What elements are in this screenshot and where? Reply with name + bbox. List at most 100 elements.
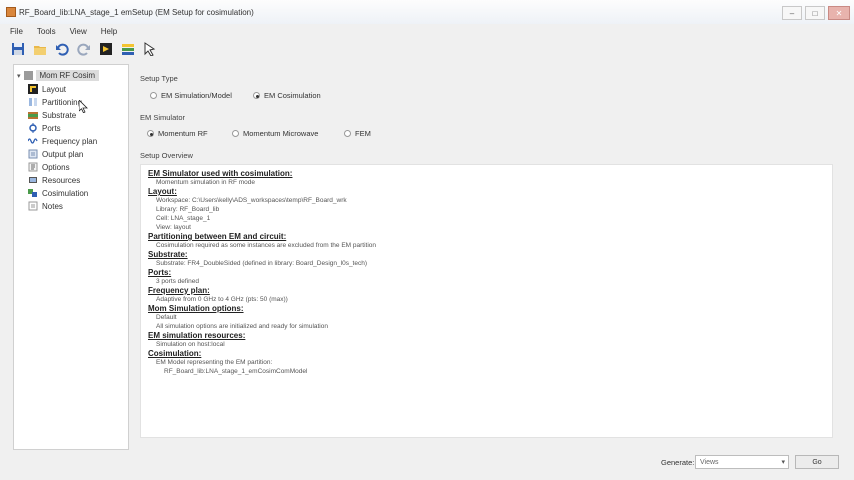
setup-overview-label: Setup Overview <box>140 151 193 160</box>
simulate-icon[interactable] <box>98 41 114 57</box>
open-folder-icon[interactable] <box>32 41 48 57</box>
tree-item-label: Resources <box>42 175 81 185</box>
ov-line: Momentum simulation in RF mode <box>156 179 255 186</box>
toolbar <box>10 39 158 59</box>
bottom-bar: Generate: Views ▾ Go <box>0 450 854 480</box>
close-button[interactable]: ✕ <box>828 6 850 20</box>
minimize-button[interactable]: – <box>782 6 802 20</box>
setup-overview-box: EM Simulator used with cosimulation: Mom… <box>140 164 833 438</box>
substrate-icon <box>28 112 38 119</box>
ov-line: All simulation options are initialized a… <box>156 323 328 330</box>
generate-select-value: Views <box>700 458 719 466</box>
menu-file[interactable]: File <box>10 27 23 36</box>
undo-icon[interactable] <box>54 41 70 57</box>
tree-item-label: Options <box>42 162 70 172</box>
tree-item-substrate[interactable]: Substrate <box>28 109 76 121</box>
app-icon <box>6 7 16 17</box>
chevron-down-icon[interactable]: ▾ <box>781 458 785 466</box>
tree-root-label: Mom RF Cosim <box>35 70 100 81</box>
tree-item-layout[interactable]: Layout <box>28 83 66 95</box>
ov-subline: RF_Board_lib:LNA_stage_1_emCosimComModel <box>164 368 308 375</box>
tree-item-notes[interactable]: Notes <box>28 200 63 212</box>
menu-view[interactable]: View <box>70 27 87 36</box>
menu-tools[interactable]: Tools <box>37 27 56 36</box>
ov-heading-resources: EM simulation resources: <box>148 331 246 340</box>
setup-tree-panel: ▾ Mom RF Cosim Layout Partitioning Subst… <box>13 64 129 450</box>
ov-heading-mom-options: Mom Simulation options: <box>148 304 244 313</box>
radio-label: FEM <box>355 129 371 138</box>
generate-select[interactable]: Views ▾ <box>695 455 789 469</box>
main-panel: Setup Type EM Simulation/Model EM Cosimu… <box>140 64 840 444</box>
tree-item-options[interactable]: Options <box>28 161 70 173</box>
setup-type-label: Setup Type <box>140 74 178 83</box>
tree-item-resources[interactable]: Resources <box>28 174 80 186</box>
radio-dot-selected[interactable] <box>147 130 154 137</box>
radio-em-simulation-model[interactable]: EM Simulation/Model <box>150 91 232 100</box>
generate-label: Generate: <box>661 458 695 467</box>
em-simulator-label: EM Simulator <box>140 113 186 122</box>
radio-dot[interactable] <box>232 130 239 137</box>
ports-icon <box>29 123 37 133</box>
ov-line: Default <box>156 314 177 321</box>
maximize-button[interactable]: □ <box>805 6 825 20</box>
radio-momentum-microwave[interactable]: Momentum Microwave <box>232 129 318 138</box>
tree-item-label: Output plan <box>42 149 84 159</box>
tree-item-label: Frequency plan <box>42 136 98 146</box>
mouse-pointer-icon <box>79 100 88 113</box>
redo-icon[interactable] <box>76 41 92 57</box>
tree-item-frequency-plan[interactable]: Frequency plan <box>28 135 97 147</box>
ov-line: Workspace: C:\Users\kelly\ADS_workspaces… <box>156 197 347 204</box>
cosim-icon <box>28 189 37 197</box>
ov-heading-substrate: Substrate: <box>148 250 188 259</box>
window-controls: – □ ✕ <box>782 6 850 20</box>
tree-root[interactable]: ▾ Mom RF Cosim <box>17 70 100 81</box>
ov-line: View: layout <box>156 224 191 231</box>
tree-item-label: Cosimulation <box>42 188 89 198</box>
tree-item-cosimulation[interactable]: Cosimulation <box>28 187 88 199</box>
ov-line: Substrate: FR4_DoubleSided (defined in l… <box>156 260 368 267</box>
frequency-icon <box>28 138 38 144</box>
output-icon <box>28 149 38 159</box>
partition-icon <box>29 98 37 106</box>
tree-item-output-plan[interactable]: Output plan <box>28 148 83 160</box>
radio-dot[interactable] <box>344 130 351 137</box>
radio-em-cosimulation[interactable]: EM Cosimulation <box>253 91 321 100</box>
ov-line: Library: RF_Board_lib <box>156 206 220 213</box>
ov-heading-cosimulation: Cosimulation: <box>148 349 202 358</box>
menu-help[interactable]: Help <box>101 27 117 36</box>
options-icon <box>28 162 38 172</box>
tree-item-label: Layout <box>42 84 67 94</box>
tree-item-partitioning[interactable]: Partitioning <box>28 96 82 108</box>
notes-icon <box>28 201 38 211</box>
ov-heading-em-simulator: EM Simulator used with cosimulation: <box>148 169 293 178</box>
radio-label: EM Cosimulation <box>264 91 321 100</box>
radio-label: Momentum Microwave <box>243 129 319 138</box>
go-button[interactable]: Go <box>795 455 839 469</box>
radio-dot-selected[interactable] <box>253 92 260 99</box>
radio-label: Momentum RF <box>158 129 208 138</box>
tree-item-ports[interactable]: Ports <box>28 122 61 134</box>
save-icon[interactable] <box>10 41 26 57</box>
radio-momentum-rf[interactable]: Momentum RF <box>147 129 208 138</box>
tree-item-label: Notes <box>42 201 63 211</box>
radio-dot[interactable] <box>150 92 157 99</box>
tree-item-label: Ports <box>42 123 61 133</box>
ov-line: Adaptive from 0 GHz to 4 GHz (pts: 50 (m… <box>156 296 288 303</box>
cursor-icon[interactable] <box>142 41 158 57</box>
title-bar: RF_Board_lib:LNA_stage_1 emSetup (EM Set… <box>0 0 854 24</box>
ov-heading-frequency-plan: Frequency plan: <box>148 286 210 295</box>
radio-fem[interactable]: FEM <box>344 129 371 138</box>
ov-heading-layout: Layout: <box>148 187 177 196</box>
collapse-triangle-icon[interactable]: ▾ <box>17 72 21 80</box>
ov-line: EM Model representing the EM partition: <box>156 359 273 366</box>
ov-heading-ports: Ports: <box>148 268 172 277</box>
root-folder-icon <box>23 71 33 80</box>
layers-icon[interactable] <box>120 41 136 57</box>
ov-line: 3 ports defined <box>156 278 200 285</box>
tree-item-label: Partitioning <box>42 97 83 107</box>
ov-line: Simulation on host:local <box>156 341 225 348</box>
em-setup-window: RF_Board_lib:LNA_stage_1 emSetup (EM Set… <box>0 0 854 480</box>
resources-icon <box>29 177 37 183</box>
tree-item-label: Substrate <box>42 110 77 120</box>
ov-line: Cell: LNA_stage_1 <box>156 215 211 222</box>
